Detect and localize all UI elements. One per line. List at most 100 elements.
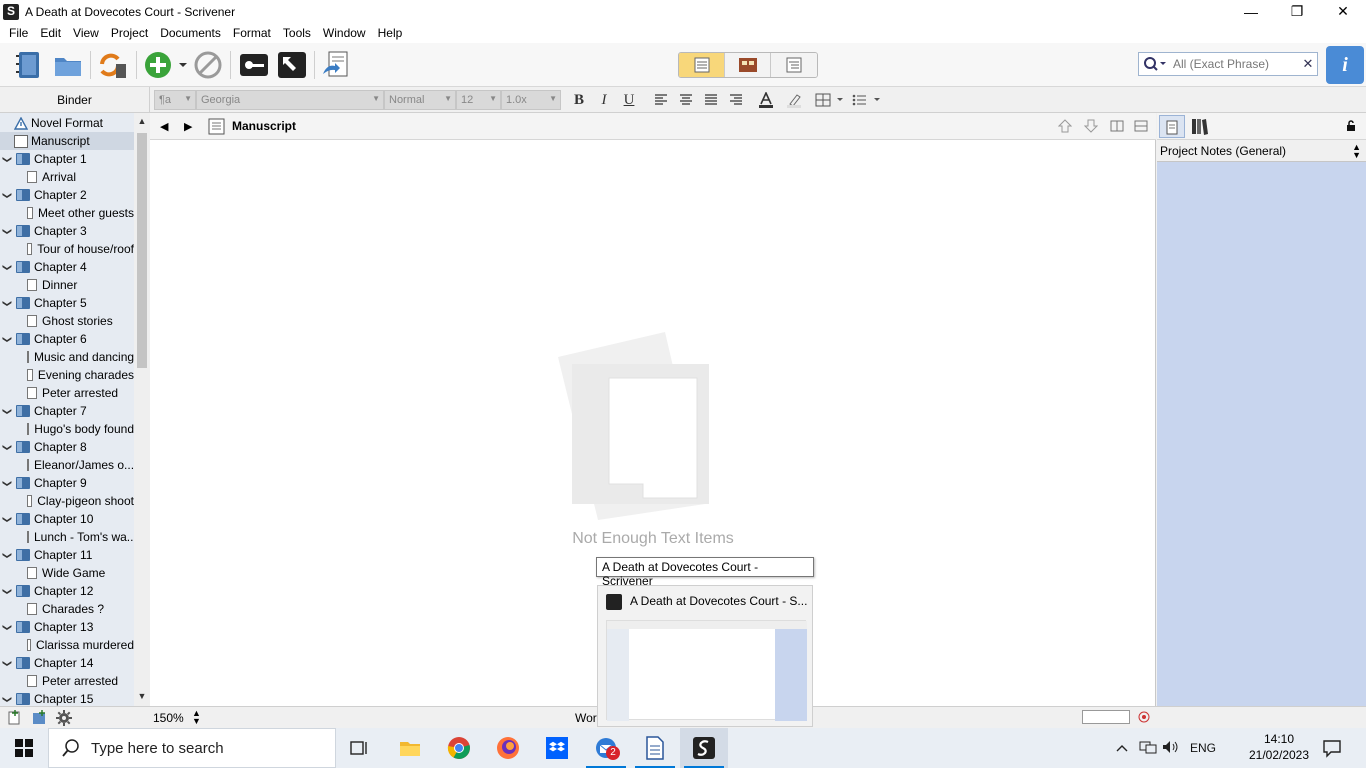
chevron-down-icon[interactable]: ❯: [2, 478, 13, 488]
gear-icon[interactable]: [55, 709, 73, 727]
close-button[interactable]: ✕: [1320, 0, 1366, 23]
keywords-button[interactable]: [238, 49, 270, 81]
clock[interactable]: 14:10 21/02/2023: [1248, 731, 1310, 763]
delete-button[interactable]: [192, 49, 224, 81]
clear-search-icon[interactable]: ✕: [1299, 56, 1317, 72]
network-icon[interactable]: [1136, 740, 1160, 757]
binder-document-item[interactable]: Charades ?: [0, 600, 134, 618]
binder-document-item[interactable]: Meet other guests: [0, 204, 134, 222]
align-left-button[interactable]: [652, 91, 670, 109]
chevron-down-icon[interactable]: ❯: [2, 334, 13, 344]
target-field[interactable]: [1082, 710, 1130, 724]
chevron-down-icon[interactable]: ❯: [2, 262, 13, 272]
line-spacing-select[interactable]: 1.0x ▼: [501, 90, 561, 110]
font-weight-select[interactable]: Normal ▼: [384, 90, 456, 110]
corkboard-mode-button[interactable]: [725, 53, 771, 77]
binder-document-item[interactable]: Novel Format: [0, 114, 134, 132]
task-view-button[interactable]: [336, 728, 384, 768]
split-vertical-icon[interactable]: [1110, 120, 1124, 132]
scroll-up-icon[interactable]: ▲: [136, 116, 148, 126]
align-justify-button[interactable]: [702, 91, 720, 109]
binder-document-item[interactable]: Peter arrested: [0, 672, 134, 690]
binder-toggle-button[interactable]: [12, 49, 44, 81]
file-explorer-button[interactable]: [386, 728, 434, 768]
chevron-down-icon[interactable]: ❯: [2, 658, 13, 668]
binder-folder-item[interactable]: ❯ Chapter 13: [0, 618, 134, 636]
align-right-button[interactable]: [727, 91, 745, 109]
menu-tools[interactable]: Tools: [277, 26, 317, 40]
italic-button[interactable]: I: [595, 91, 613, 109]
dropbox-button[interactable]: [533, 728, 581, 768]
binder-scrollbar[interactable]: ▲ ▼: [134, 113, 150, 706]
binder-folder-item[interactable]: ❯ Chapter 2: [0, 186, 134, 204]
binder-document-item[interactable]: Ghost stories: [0, 312, 134, 330]
chevron-down-icon[interactable]: ❯: [2, 190, 13, 200]
project-notes-area[interactable]: [1157, 162, 1366, 706]
font-size-select[interactable]: 12 ▼: [456, 90, 501, 110]
word-button[interactable]: [631, 728, 679, 768]
split-horizontal-icon[interactable]: [1134, 120, 1148, 132]
menu-documents[interactable]: Documents: [154, 26, 227, 40]
scrivener-taskbar-button[interactable]: [680, 728, 728, 768]
menu-project[interactable]: Project: [105, 26, 154, 40]
collections-button[interactable]: [52, 49, 84, 81]
paragraph-style-select[interactable]: ¶a ▼: [154, 90, 196, 110]
menu-format[interactable]: Format: [227, 26, 277, 40]
zoom-stepper-icon[interactable]: ▲ ▼: [192, 709, 201, 726]
binder-document-item[interactable]: Clay-pigeon shoot: [0, 492, 134, 510]
binder-scroll-thumb[interactable]: [137, 133, 147, 368]
bold-button[interactable]: B: [570, 91, 588, 109]
add-item-button[interactable]: [142, 49, 174, 81]
binder-document-item[interactable]: Clarissa murdered: [0, 636, 134, 654]
menu-edit[interactable]: Edit: [34, 26, 67, 40]
new-document-icon[interactable]: [6, 710, 22, 726]
zoom-level[interactable]: 150%: [153, 711, 184, 725]
show-hidden-icons[interactable]: [1114, 741, 1130, 755]
arrow-up-icon[interactable]: [1058, 119, 1072, 133]
inspector-notes-selector[interactable]: Project Notes (General) ▲ ▼: [1157, 140, 1366, 162]
binder-folder-item[interactable]: ❯ Chapter 3: [0, 222, 134, 240]
add-item-dropdown[interactable]: [174, 49, 192, 81]
forward-arrow-icon[interactable]: ▶: [184, 120, 192, 133]
binder-folder-item[interactable]: ❯ Chapter 4: [0, 258, 134, 276]
binder-document-item[interactable]: Music and dancing: [0, 348, 134, 366]
binder-folder-item[interactable]: ❯ Chapter 11: [0, 546, 134, 564]
outliner-mode-button[interactable]: [771, 53, 817, 77]
back-arrow-icon[interactable]: ◀: [160, 120, 168, 133]
compile-button[interactable]: [320, 49, 352, 81]
align-center-button[interactable]: [677, 91, 695, 109]
binder-folder-item[interactable]: ❯ Chapter 7: [0, 402, 134, 420]
list-button[interactable]: [851, 91, 883, 109]
composition-mode-button[interactable]: [276, 49, 308, 81]
arrow-down-icon[interactable]: [1084, 119, 1098, 133]
binder-folder-item[interactable]: ❯ Chapter 1: [0, 150, 134, 168]
chevron-down-icon[interactable]: ❯: [2, 694, 13, 704]
chevron-down-icon[interactable]: ❯: [2, 298, 13, 308]
chevron-down-icon[interactable]: ❯: [2, 442, 13, 452]
binder-document-item[interactable]: Peter arrested: [0, 384, 134, 402]
binder-folder-item[interactable]: ❯ Chapter 6: [0, 330, 134, 348]
notes-tab[interactable]: [1159, 115, 1185, 138]
maximize-button[interactable]: ❐: [1274, 0, 1320, 23]
chevron-down-icon[interactable]: ❯: [2, 226, 13, 236]
scroll-down-icon[interactable]: ▼: [136, 691, 148, 701]
binder-folder-item[interactable]: ❯ Chapter 14: [0, 654, 134, 672]
chrome-button[interactable]: [435, 728, 483, 768]
taskbar-thumbnail[interactable]: A Death at Dovecotes Court - S...: [597, 585, 813, 727]
project-search[interactable]: All (Exact Phrase) ✕: [1138, 52, 1318, 76]
minimize-button[interactable]: —: [1228, 0, 1274, 23]
menu-help[interactable]: Help: [372, 26, 409, 40]
chevron-down-icon[interactable]: ❯: [2, 406, 13, 416]
binder-document-item[interactable]: Evening charades: [0, 366, 134, 384]
chevron-down-icon[interactable]: ❯: [2, 550, 13, 560]
mail-button[interactable]: 2: [582, 728, 630, 768]
bookmarks-tab[interactable]: [1189, 117, 1209, 138]
binder-document-item[interactable]: Eleanor/James o...: [0, 456, 134, 474]
binder-document-item[interactable]: Dinner: [0, 276, 134, 294]
scrivenings-mode-button[interactable]: [679, 53, 725, 77]
chevron-down-icon[interactable]: ❯: [2, 622, 13, 632]
chevron-down-icon[interactable]: ❯: [2, 154, 13, 164]
chevron-down-icon[interactable]: ❯: [2, 586, 13, 596]
font-family-select[interactable]: Georgia ▼: [196, 90, 384, 110]
chevron-down-icon[interactable]: ❯: [2, 514, 13, 524]
